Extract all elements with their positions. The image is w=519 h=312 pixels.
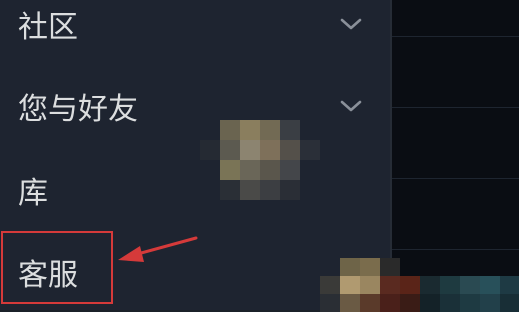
divider — [392, 36, 519, 37]
divider — [392, 107, 519, 108]
blurred-thumbnail — [320, 258, 519, 312]
chevron-down-icon[interactable] — [340, 16, 362, 30]
divider — [392, 249, 519, 250]
menu-item-label: 社区 — [18, 10, 78, 45]
menu-item-library[interactable]: 库 — [0, 166, 390, 226]
menu-item-label: 库 — [18, 176, 48, 211]
menu-item-community[interactable]: 社区 — [0, 0, 390, 60]
highlight-box — [1, 231, 113, 304]
blurred-image — [200, 120, 320, 200]
menu-item-you-and-friends[interactable]: 您与好友 — [0, 82, 390, 142]
divider — [392, 178, 519, 179]
arrow-icon — [118, 236, 198, 262]
chevron-down-icon[interactable] — [340, 98, 362, 112]
menu-item-label: 您与好友 — [18, 92, 138, 127]
